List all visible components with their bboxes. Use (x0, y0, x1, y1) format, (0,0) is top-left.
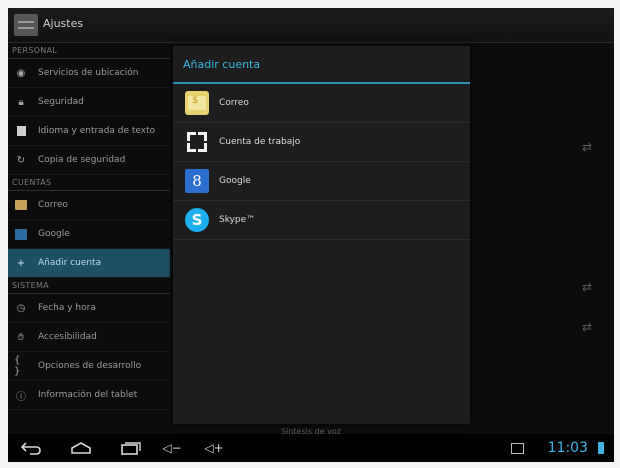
mail-icon (185, 91, 209, 115)
dialog-title: Añadir cuenta (173, 46, 470, 84)
settings-item-backup[interactable]: ↻ Copia de seguridad (8, 146, 170, 175)
info-icon: ⓘ (16, 391, 26, 403)
sync-settings-icon[interactable]: ⇄ (582, 320, 592, 334)
settings-item-label: Accesibilidad (38, 332, 97, 342)
settings-item-label: Información del tablet (38, 390, 138, 400)
settings-item-mail[interactable]: Correo (8, 191, 170, 220)
settings-item-label: Correo (38, 200, 68, 210)
work-account-icon (185, 130, 209, 154)
home-icon (71, 442, 91, 454)
settings-item-location[interactable]: ◉ Servicios de ubicación (8, 59, 170, 88)
settings-item-label: Añadir cuenta (38, 258, 102, 268)
account-option-label: Skype™ (219, 215, 256, 225)
settings-item-label: Idioma y entrada de texto (38, 126, 156, 136)
settings-item-google[interactable]: Google (8, 220, 170, 249)
system-bar: ◁− ◁+ 11:03 (8, 434, 614, 462)
account-option-skype[interactable]: S Skype™ (173, 201, 470, 240)
back-button[interactable] (18, 438, 44, 458)
clock-icon: ◷ (16, 302, 26, 314)
home-button[interactable] (68, 438, 94, 458)
status-clock[interactable]: 11:03 (548, 440, 588, 456)
settings-item-label: Google (38, 229, 70, 239)
settings-item-label: Seguridad (38, 97, 84, 107)
account-option-google[interactable]: 8 Google (173, 162, 470, 201)
account-option-label: Cuenta de trabajo (219, 137, 301, 147)
account-option-work[interactable]: Cuenta de trabajo (173, 123, 470, 162)
settings-item-label: Opciones de desarrollo (38, 361, 142, 371)
volume-down-icon: ◁− (162, 441, 182, 455)
volume-up-icon: ◁+ (204, 441, 224, 455)
settings-item-security[interactable]: 🔒︎ Seguridad (8, 88, 170, 117)
settings-item-accessibility[interactable]: ✋︎ Accesibilidad (8, 323, 170, 352)
settings-item-label: Fecha y hora (38, 303, 96, 313)
account-option-mail[interactable]: Correo (173, 84, 470, 123)
sync-settings-icon[interactable]: ⇄ (582, 280, 592, 294)
lock-icon: 🔒︎ (18, 96, 24, 108)
google-icon: 8 (185, 169, 209, 193)
settings-item-about[interactable]: ⓘ Información del tablet (8, 381, 170, 410)
battery-icon (598, 442, 604, 454)
recent-apps-icon (121, 442, 141, 455)
section-header-accounts: CUENTAS (8, 175, 170, 191)
location-icon: ◉ (16, 67, 26, 79)
mail-icon (14, 198, 28, 212)
volume-down-button[interactable]: ◁− (162, 438, 182, 458)
action-bar: Ajustes (8, 8, 614, 43)
settings-item-add-account[interactable]: + Añadir cuenta (8, 249, 170, 278)
action-bar-title: Ajustes (43, 17, 84, 30)
settings-item-developer[interactable]: { } Opciones de desarrollo (8, 352, 170, 381)
backup-icon: ↻ (16, 154, 26, 166)
tablet-screen: Ajustes PERSONAL ◉ Servicios de ubicació… (8, 8, 614, 462)
section-header-personal: PERSONAL (8, 43, 170, 59)
account-option-label: Google (219, 176, 251, 186)
recent-apps-button[interactable] (118, 438, 144, 458)
language-icon (14, 124, 28, 138)
add-account-dialog: Añadir cuenta Correo Cuenta de trabajo 8… (173, 46, 470, 424)
image-notification-icon[interactable] (511, 443, 524, 454)
sync-settings-icon[interactable]: ⇄ (582, 140, 592, 154)
account-option-label: Correo (219, 98, 249, 108)
accessibility-icon: ✋︎ (18, 331, 24, 343)
section-header-system: SISTEMA (8, 278, 170, 294)
settings-item-date-time[interactable]: ◷ Fecha y hora (8, 294, 170, 323)
plus-icon: + (16, 257, 26, 269)
settings-item-language[interactable]: Idioma y entrada de texto (8, 117, 170, 146)
braces-icon: { } (14, 355, 21, 377)
settings-app-icon[interactable] (14, 14, 38, 36)
volume-up-button[interactable]: ◁+ (203, 438, 225, 458)
back-arrow-icon (20, 442, 41, 455)
settings-item-label: Copia de seguridad (38, 155, 126, 165)
settings-list: PERSONAL ◉ Servicios de ubicación 🔒︎ Seg… (8, 43, 170, 423)
google-icon (14, 227, 28, 241)
settings-item-label: Servicios de ubicación (38, 68, 139, 78)
skype-icon: S (185, 208, 209, 232)
